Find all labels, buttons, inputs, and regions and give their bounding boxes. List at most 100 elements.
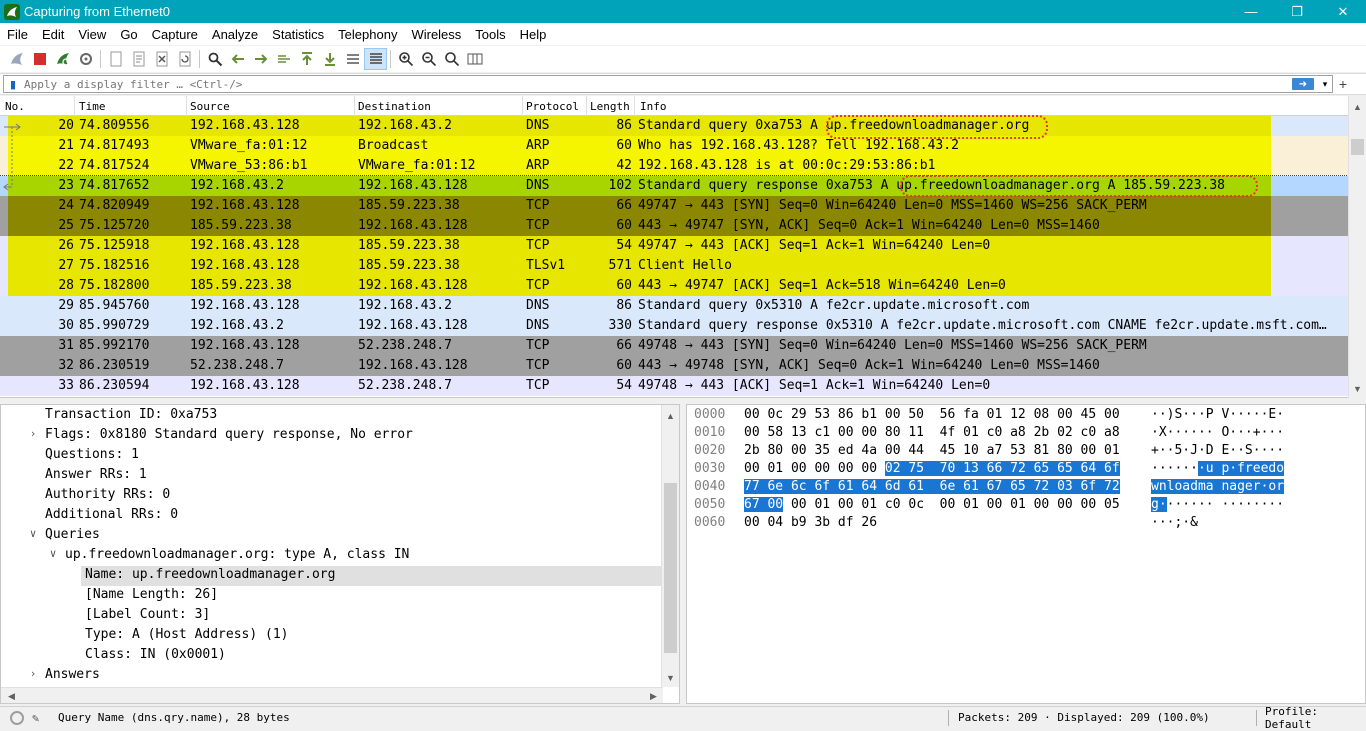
capture-options-button[interactable] — [74, 48, 97, 70]
packet-row[interactable]: 27 75.182516 192.168.43.128 185.59.223.38 TL… — [0, 256, 1348, 276]
column-no[interactable]: No. — [5, 100, 25, 113]
menu-file[interactable]: File — [0, 27, 35, 42]
menu-go[interactable]: Go — [113, 27, 144, 42]
menu-statistics[interactable]: Statistics — [265, 27, 331, 42]
packet-cell-proto: DNS — [526, 178, 550, 193]
column-info[interactable]: Info — [640, 100, 667, 113]
go-back-button[interactable] — [226, 48, 249, 70]
zoom-out-button[interactable] — [417, 48, 440, 70]
highlighted-bytes: g· — [1151, 497, 1167, 512]
detail-tree-item[interactable]: Questions: 1 — [1, 446, 663, 466]
packet-row[interactable]: 23 74.817652 192.168.43.2 192.168.43.128 DNS… — [0, 175, 1349, 197]
packet-row[interactable]: 26 75.125918 192.168.43.128 185.59.223.38 TC… — [0, 236, 1348, 256]
packet-row[interactable]: 20 74.809556 192.168.43.128 192.168.43.2 DNS… — [0, 116, 1348, 136]
minimize-button[interactable]: — — [1228, 0, 1274, 23]
expert-info-icon[interactable] — [10, 710, 24, 725]
auto-scroll-button[interactable] — [341, 48, 364, 70]
detail-tree-item[interactable]: Answer RRs: 1 — [1, 466, 663, 486]
zoom-reset-button[interactable] — [440, 48, 463, 70]
go-last-button[interactable] — [318, 48, 341, 70]
scroll-down-icon[interactable]: ▼ — [1349, 380, 1366, 397]
detail-tree-item[interactable]: Name: up.freedownloadmanager.org — [81, 566, 663, 586]
go-forward-button[interactable] — [249, 48, 272, 70]
scroll-up-icon[interactable]: ▲ — [662, 407, 679, 424]
find-packet-button[interactable] — [203, 48, 226, 70]
scroll-right-icon[interactable]: ▶ — [645, 688, 662, 703]
details-hscrollbar[interactable]: ◀ ▶ — [1, 687, 663, 703]
expanded-arrow-icon[interactable]: ∨ — [27, 527, 39, 540]
collapsed-arrow-icon[interactable]: › — [27, 427, 39, 440]
menu-view[interactable]: View — [71, 27, 113, 42]
scroll-thumb[interactable] — [664, 483, 677, 653]
menu-analyze[interactable]: Analyze — [205, 27, 265, 42]
profile-label[interactable]: Profile: Default — [1265, 705, 1366, 731]
packet-cell-dst: 192.168.43.2 — [358, 298, 452, 313]
scroll-left-icon[interactable]: ◀ — [3, 688, 20, 703]
menu-tools[interactable]: Tools — [468, 27, 512, 42]
scroll-up-icon[interactable]: ▲ — [1349, 98, 1366, 115]
detail-tree-item[interactable]: ∨ up.freedownloadmanager.org: type A, cla… — [1, 546, 663, 566]
colorize-button[interactable] — [364, 48, 387, 70]
stop-capture-button[interactable] — [28, 48, 51, 70]
packet-cell-proto: TCP — [526, 218, 550, 233]
detail-tree-item[interactable]: Class: IN (0x0001) — [1, 646, 663, 666]
packet-row[interactable]: 22 74.817524 VMware_53:86:b1 VMware_fa:01:1… — [0, 156, 1348, 176]
detail-tree-item[interactable]: › Flags: 0x8180 Standard query response, … — [1, 426, 663, 446]
packet-cell-src: 192.168.43.2 — [190, 178, 284, 193]
packet-row[interactable]: 28 75.182800 185.59.223.38 192.168.43.128 TC… — [0, 276, 1348, 296]
detail-tree-item[interactable]: Type: A (Host Address) (1) — [1, 626, 663, 646]
menu-help[interactable]: Help — [513, 27, 554, 42]
detail-tree-item[interactable]: › Answers — [1, 666, 663, 686]
column-length[interactable]: Length — [590, 100, 630, 113]
go-to-packet-button[interactable] — [272, 48, 295, 70]
packet-cell-time: 86.230519 — [79, 358, 150, 373]
detail-tree-item[interactable]: [Name Length: 26] — [1, 586, 663, 606]
packet-row[interactable]: 30 85.990729 192.168.43.2 192.168.43.128 DNS… — [0, 316, 1348, 336]
column-destination[interactable]: Destination — [358, 100, 431, 113]
open-file-button[interactable] — [104, 48, 127, 70]
detail-tree-item[interactable]: ∨ Queries — [1, 526, 663, 546]
hex-bytes: 00 58 13 c1 00 00 80 11 4f 01 c0 a8 2b 0… — [744, 425, 1120, 440]
chevron-down-icon[interactable]: ▾ — [1318, 79, 1332, 90]
details-scrollbar[interactable]: ▲ ▼ — [661, 405, 679, 687]
detail-tree-item[interactable]: Transaction ID: 0xa753 — [1, 406, 663, 426]
menu-telephony[interactable]: Telephony — [331, 27, 404, 42]
zoom-in-button[interactable] — [394, 48, 417, 70]
packet-row[interactable]: 25 75.125720 185.59.223.38 192.168.43.128 TC… — [0, 216, 1348, 236]
resize-columns-button[interactable] — [463, 48, 486, 70]
detail-tree-item[interactable]: [Label Count: 3] — [1, 606, 663, 626]
packet-row[interactable]: 33 86.230594 192.168.43.128 52.238.248.7 TCP… — [0, 376, 1348, 396]
bookmark-icon[interactable]: ▮ — [6, 76, 20, 92]
detail-tree-item[interactable]: Authority RRs: 0 — [1, 486, 663, 506]
hex-bytes: 00 0c 29 53 86 b1 00 50 56 fa 01 12 08 0… — [744, 407, 1120, 422]
column-protocol[interactable]: Protocol — [526, 100, 579, 113]
menu-wireless[interactable]: Wireless — [404, 27, 468, 42]
save-file-button[interactable] — [127, 48, 150, 70]
packet-row[interactable]: 21 74.817493 VMware_fa:01:12 Broadcast ARP 60… — [0, 136, 1348, 156]
packet-row[interactable]: 24 74.820949 192.168.43.128 185.59.223.38 TC… — [0, 196, 1348, 216]
go-first-button[interactable] — [295, 48, 318, 70]
scroll-thumb[interactable] — [1351, 139, 1364, 155]
packet-row[interactable]: 29 85.945760 192.168.43.128 192.168.43.2 DNS… — [0, 296, 1348, 316]
close-button[interactable]: ✕ — [1320, 0, 1366, 23]
packet-list-scrollbar[interactable]: ▲ ▼ — [1348, 96, 1366, 398]
column-time[interactable]: Time — [79, 100, 106, 113]
edit-comment-icon[interactable]: ✎ — [32, 711, 46, 725]
collapsed-arrow-icon[interactable]: › — [27, 667, 39, 680]
add-filter-button[interactable]: + — [1333, 76, 1353, 92]
packet-row[interactable]: 32 86.230519 52.238.248.7 192.168.43.128 TCP… — [0, 356, 1348, 376]
scroll-down-icon[interactable]: ▼ — [662, 669, 679, 686]
restart-capture-button[interactable] — [51, 48, 74, 70]
expanded-arrow-icon[interactable]: ∨ — [47, 547, 59, 560]
start-capture-button[interactable] — [5, 48, 28, 70]
packet-row[interactable]: 31 85.992170 192.168.43.128 52.238.248.7 TCP… — [0, 336, 1348, 356]
display-filter-input[interactable] — [20, 77, 1292, 91]
menu-capture[interactable]: Capture — [145, 27, 205, 42]
close-file-button[interactable] — [150, 48, 173, 70]
column-source[interactable]: Source — [190, 100, 230, 113]
restore-button[interactable]: ❐ — [1274, 0, 1320, 23]
detail-tree-item[interactable]: Additional RRs: 0 — [1, 506, 663, 526]
reload-file-button[interactable] — [173, 48, 196, 70]
apply-filter-button[interactable]: ➜ — [1292, 78, 1314, 90]
menu-edit[interactable]: Edit — [35, 27, 71, 42]
